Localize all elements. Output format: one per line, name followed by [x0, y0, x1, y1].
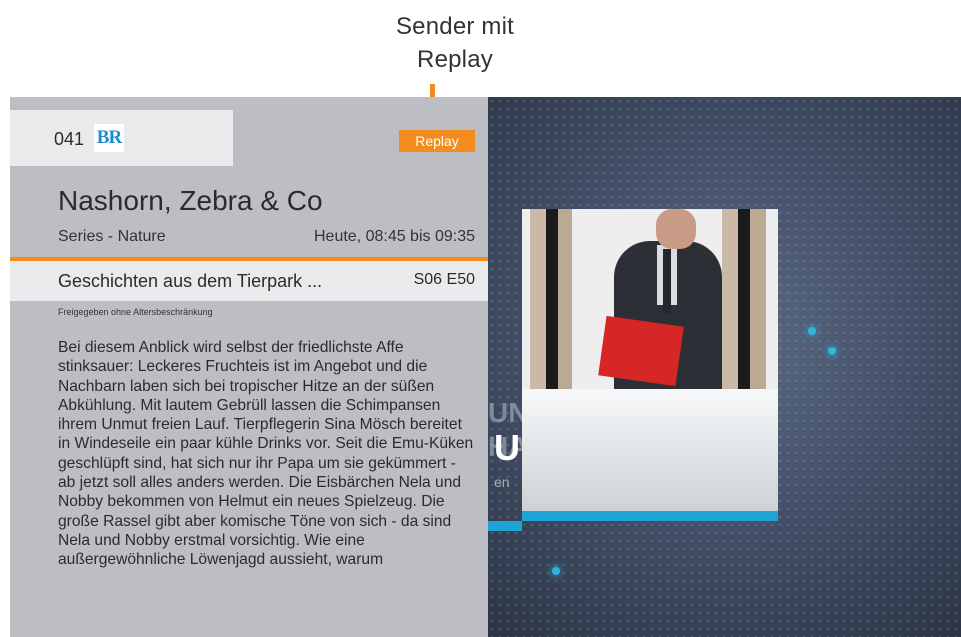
program-time: Heute, 08:45 bis 09:35 [313, 228, 475, 245]
episode-title: Geschichten aus dem Tierpark ... [58, 271, 323, 291]
map-highlight [808, 327, 816, 335]
tv-info-panel [522, 389, 778, 521]
map-highlight [552, 567, 560, 575]
program-title: Nashorn, Zebra & Co [58, 185, 323, 216]
program-description: Bei diesem Anblick wird selbst der fried… [58, 339, 474, 569]
red-folder [598, 315, 684, 387]
callout-line-2: Replay [417, 46, 493, 73]
episode-row[interactable]: Geschichten aus dem Tierpark ... S06 E50 [10, 261, 488, 301]
live-tv-preview[interactable]: UND HAU U en [488, 97, 961, 637]
tv-screen: UND HAU U en 041 BR Replay Nashorn, Zebr… [10, 97, 961, 637]
program-info-panel: 041 BR Replay Nashorn, Zebra & Co Series… [10, 97, 488, 637]
tv-logo-sub: en [494, 474, 510, 490]
br-logo-icon: BR [94, 124, 124, 152]
tv-logo-letter: U [494, 427, 520, 468]
channel-box[interactable]: 041 BR [10, 110, 233, 166]
callout-line-1: Sender mit [395, 13, 515, 40]
episode-code: S06 E50 [413, 271, 475, 288]
age-rating: Freigegeben ohne Altersbeschränkung [58, 307, 213, 317]
tv-accent-bar [488, 521, 522, 531]
callout-label: Sender mit Replay [360, 10, 550, 76]
channel-number: 041 [54, 129, 85, 149]
program-genre: Series - Nature [58, 228, 166, 245]
tv-video-frame [522, 209, 778, 389]
replay-badge[interactable]: Replay [399, 130, 475, 152]
map-highlight [828, 347, 836, 355]
